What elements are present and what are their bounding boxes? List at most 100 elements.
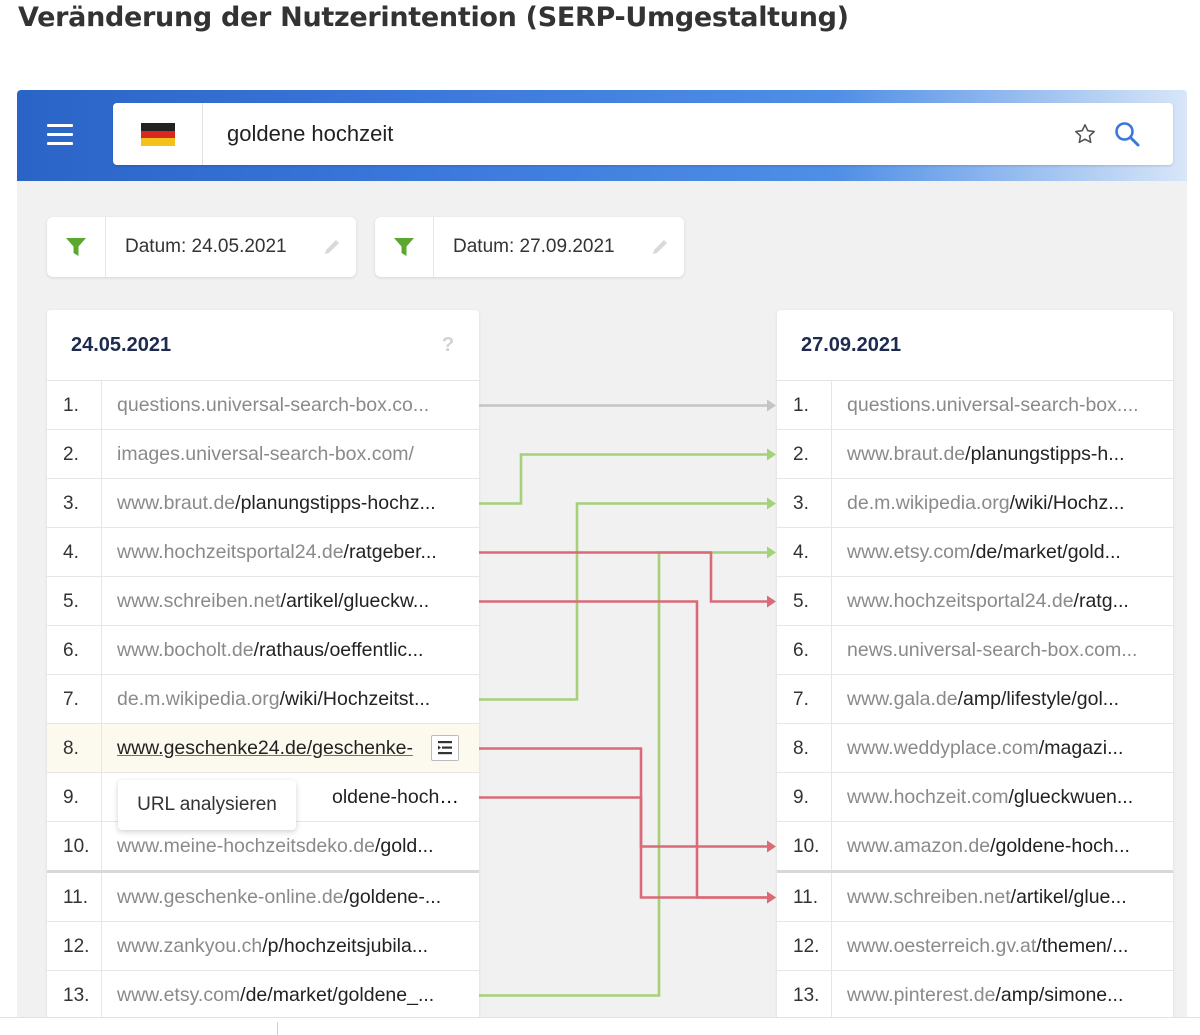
rank-number: 11. [47, 873, 102, 921]
url-path: /wiki/Hochz... [1009, 492, 1125, 514]
url-host: images.universal-search-box.com/ [117, 443, 414, 465]
result-row: 13. www.pinterest.de/amp/simone... [777, 971, 1173, 1020]
rank-number: 2. [777, 430, 832, 478]
result-url[interactable]: www.etsy.com/de/market/goldene_... [117, 971, 465, 1020]
url-path: /ratg... [1073, 590, 1129, 612]
rank-number: 12. [47, 922, 102, 970]
date-filter-label: Datum: 27.09.2021 [453, 236, 615, 257]
result-url[interactable]: de.m.wikipedia.org/wiki/Hochz... [847, 479, 1159, 528]
result-url[interactable]: www.bocholt.de/rathaus/oeffentlic... [117, 626, 465, 675]
result-row: 12. www.oesterreich.gv.at/themen/... [777, 922, 1173, 971]
rank-number: 9. [777, 773, 832, 821]
result-url[interactable]: images.universal-search-box.com/ [117, 430, 465, 479]
url-path: /ratgeber... [343, 541, 437, 563]
connector-line [479, 453, 767, 505]
result-url[interactable]: questions.universal-search-box.... [847, 381, 1159, 430]
connector-line [479, 747, 767, 848]
url-host: www.hochzeitsportal24.de [117, 541, 344, 563]
result-url[interactable]: de.m.wikipedia.org/wiki/Hochzeitst... [117, 675, 465, 724]
result-row: 10. www.amazon.de/goldene-hoch... [777, 822, 1173, 873]
url-host: questions.universal-search-box.co... [117, 394, 430, 416]
url-host: www.weddyplace.com [847, 737, 1039, 759]
connector-arrowhead [767, 891, 776, 904]
result-row: 5. www.schreiben.net/artikel/glueckw... [47, 577, 479, 626]
result-url[interactable]: www.braut.de/planungstipps-hochz... [117, 479, 465, 528]
url-host: www.meine-hochzeitsdeko.de [117, 835, 375, 857]
result-url[interactable]: oldene-hochzeit-... [332, 773, 465, 822]
result-url[interactable]: www.weddyplace.com/magazi... [847, 724, 1159, 773]
result-url[interactable]: www.etsy.com/de/market/gold... [847, 528, 1159, 577]
url-analyze-tooltip: URL analysieren [118, 780, 296, 830]
result-url[interactable]: www.gala.de/amp/lifestyle/gol... [847, 675, 1159, 724]
result-url[interactable]: news.universal-search-box.com... [847, 626, 1159, 675]
rank-number: 6. [777, 626, 832, 674]
de-flag-icon[interactable] [141, 123, 175, 146]
url-host: www.schreiben.net [117, 590, 281, 612]
result-row: 1. questions.universal-search-box.co... [47, 381, 479, 430]
connector-line [479, 796, 767, 899]
menu-icon[interactable] [45, 120, 75, 150]
url-path: /artikel/glueckw... [280, 590, 430, 612]
url-path: /goldene-hoch... [990, 835, 1130, 857]
url-path: /artikel/glue... [1010, 886, 1127, 908]
url-host: www.pinterest.de [847, 984, 996, 1006]
result-url[interactable]: www.schreiben.net/artikel/glueckw... [117, 577, 465, 626]
search-icon[interactable] [1113, 120, 1141, 148]
connector-line [479, 600, 767, 899]
result-row: 2. images.universal-search-box.com/ [47, 430, 479, 479]
star-icon[interactable] [1073, 122, 1097, 146]
date-filter-2[interactable]: Datum: 27.09.2021 [375, 217, 684, 277]
rank-number: 5. [777, 577, 832, 625]
chip-divider [105, 217, 106, 277]
page-title: Veränderung der Nutzerintention (SERP-Um… [18, 2, 849, 33]
result-url[interactable]: www.schreiben.net/artikel/glue... [847, 873, 1159, 922]
result-row: 2. www.braut.de/planungstipps-h... [777, 430, 1173, 479]
result-url[interactable]: questions.universal-search-box.co... [117, 381, 465, 430]
url-host: questions.universal-search-box.... [847, 394, 1139, 416]
connector-arrowhead [767, 595, 776, 608]
date-filter-1[interactable]: Datum: 24.05.2021 [47, 217, 356, 277]
url-host: www.zankyou.ch [117, 935, 263, 957]
rank-number: 11. [777, 873, 832, 921]
url-analyze-icon[interactable] [431, 735, 459, 761]
result-url[interactable]: www.oesterreich.gv.at/themen/... [847, 922, 1159, 971]
rank-number: 5. [47, 577, 102, 625]
search-input[interactable]: goldene hochzeit [227, 103, 1047, 165]
url-host: de.m.wikipedia.org [847, 492, 1010, 514]
url-path: /p/hochzeitsjubila... [262, 935, 429, 957]
url-path: /wiki/Hochzeitst... [279, 688, 431, 710]
search-divider [202, 103, 203, 165]
rank-number: 3. [777, 479, 832, 527]
result-url[interactable]: www.geschenke24.de/geschenke- [117, 724, 431, 773]
connector-arrowhead [767, 546, 776, 559]
serp-panel-left: 24.05.2021 ? 1. questions.universal-searc… [47, 310, 479, 1035]
result-url[interactable]: www.hochzeitsportal24.de/ratgeber... [117, 528, 465, 577]
url-path: /glueckwuen... [1008, 786, 1134, 808]
result-row: 9. www.hochzeit.com/glueckwuen... [777, 773, 1173, 822]
connector-arrowhead [767, 840, 776, 853]
url-host: www.amazon.de [847, 835, 991, 857]
result-url[interactable]: www.amazon.de/goldene-hoch... [847, 822, 1159, 871]
url-path: /rathaus/oeffentlic... [253, 639, 424, 661]
url-path: /magazi... [1038, 737, 1124, 759]
top-bar: goldene hochzeit [17, 90, 1187, 181]
url-host: www.etsy.com [117, 984, 241, 1006]
result-url[interactable]: www.hochzeit.com/glueckwuen... [847, 773, 1159, 822]
result-url[interactable]: www.geschenke-online.de/goldene-... [117, 873, 465, 922]
serp-panel-right: 27.09.2021 1. questions.universal-search-… [777, 310, 1173, 1035]
rank-number: 13. [777, 971, 832, 1019]
result-url[interactable]: www.hochzeitsportal24.de/ratg... [847, 577, 1159, 626]
rank-number: 9. [47, 773, 102, 821]
url-path: oldene-hochzeit-... [332, 786, 465, 808]
result-row: 13. www.etsy.com/de/market/goldene_... [47, 971, 479, 1020]
pencil-icon[interactable] [322, 237, 342, 257]
pencil-icon[interactable] [650, 237, 670, 257]
result-row: 4. www.etsy.com/de/market/gold... [777, 528, 1173, 577]
bottom-strip [0, 1017, 1200, 1035]
url-host: www.oesterreich.gv.at [847, 935, 1037, 957]
rank-number: 2. [47, 430, 102, 478]
result-url[interactable]: www.braut.de/planungstipps-h... [847, 430, 1159, 479]
result-url[interactable]: www.zankyou.ch/p/hochzeitsjubila... [117, 922, 465, 971]
help-icon[interactable]: ? [437, 334, 459, 356]
result-url[interactable]: www.pinterest.de/amp/simone... [847, 971, 1159, 1020]
